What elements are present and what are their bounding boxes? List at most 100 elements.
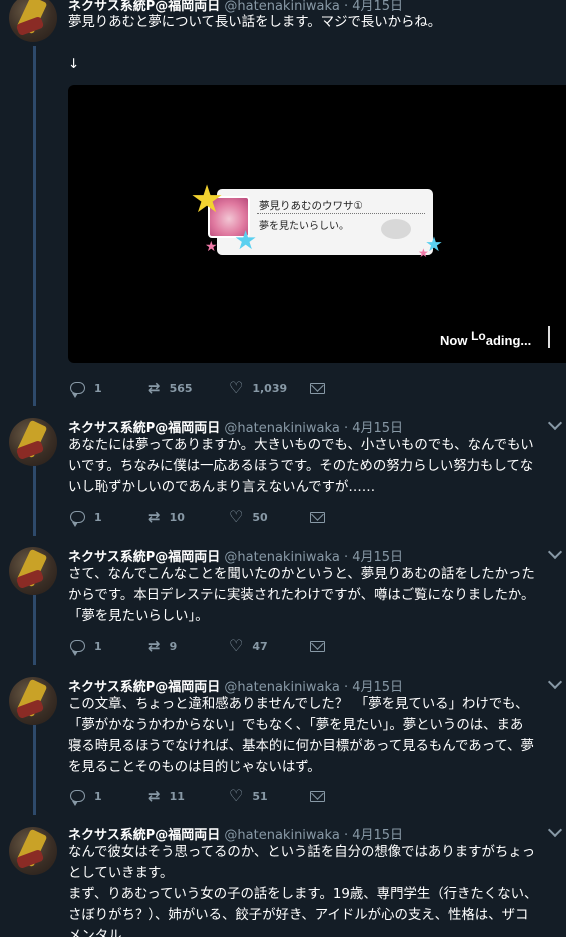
tweet-line: としていきます。 [68, 866, 174, 881]
message-button[interactable] [310, 787, 325, 805]
avatar[interactable] [9, 827, 57, 875]
loading-part: ading... [485, 333, 532, 348]
tweet-header: ネクサス系統P@福岡両日 @hatenakiniwaka · 4月15日 [68, 676, 403, 695]
tweet-header: ネクサス系統P@福岡両日 @hatenakiniwaka · 4月15日 [68, 546, 403, 565]
tweet-line: 夢見りあむと夢について長い話をします。マジで長いからね。 [68, 15, 442, 30]
tweet[interactable]: ネクサス系統P@福岡両日 @hatenakiniwaka · 4月15日 あなた… [0, 410, 566, 540]
reply-count: 1 [94, 381, 102, 395]
message-button[interactable] [310, 637, 325, 655]
chevron-down-icon[interactable] [547, 674, 563, 690]
star-icon: ★ [205, 239, 218, 255]
avatar[interactable] [9, 418, 57, 466]
like-button[interactable]: ♡ 1,039 [229, 379, 287, 397]
tweet-line: いです。ちなみに僕は一応あるほうです。そのための努力らしい努力もしてな [68, 459, 534, 474]
retweet-count: 10 [169, 510, 185, 524]
tweet-line: なんで彼女はそう思ってるのか、という話を自分の想像ではありますがちょっ [68, 845, 536, 860]
author-handle[interactable]: @hatenakiniwaka [224, 550, 339, 565]
reply-icon [70, 790, 85, 806]
loading-text: Now Loading... [440, 329, 532, 348]
speech-bubble-icon [381, 219, 411, 239]
message-icon [310, 790, 325, 802]
author-handle[interactable]: @hatenakiniwaka [224, 828, 339, 843]
retweet-icon: ⇄ [148, 379, 161, 397]
retweet-count: 565 [169, 381, 193, 395]
chevron-down-icon[interactable] [547, 544, 563, 560]
retweet-icon: ⇄ [148, 637, 161, 655]
retweet-button[interactable]: ⇄ 565 [148, 379, 193, 397]
chevron-down-icon[interactable] [547, 415, 563, 431]
loading-part: Now [440, 333, 472, 348]
tweet-line: 「夢を見たいらしい」。 [68, 609, 209, 624]
tweet[interactable]: ネクサス系統P@福岡両日 @hatenakiniwaka · 4月15日 さて、… [0, 540, 566, 670]
author-handle[interactable]: @hatenakiniwaka [224, 680, 339, 695]
reply-icon [70, 382, 85, 398]
reply-button[interactable]: 1 [70, 787, 102, 806]
message-icon [310, 640, 325, 652]
like-icon: ♡ [229, 786, 244, 805]
like-button[interactable]: ♡ 51 [229, 787, 268, 805]
separator-dot: · [343, 828, 349, 843]
card-text: 夢を見たいらしい。 [259, 221, 349, 232]
retweet-button[interactable]: ⇄ 9 [148, 637, 177, 655]
tweet-date[interactable]: 4月15日 [352, 421, 403, 436]
reply-count: 1 [94, 510, 102, 524]
tweet-line: ↓ [68, 57, 80, 72]
separator-dot: · [343, 421, 349, 436]
tweet-line: を見ることそのものは目的じゃないはず。 [68, 760, 321, 775]
like-button[interactable]: ♡ 50 [229, 508, 268, 526]
retweet-icon: ⇄ [148, 787, 161, 805]
separator-dot: · [343, 550, 349, 565]
author-name[interactable]: ネクサス系統P@福岡両日 [68, 550, 220, 565]
tweet-date[interactable]: 4月15日 [352, 550, 403, 565]
reply-button[interactable]: 1 [70, 637, 102, 656]
tweet-line: さて、なんでこんなことを聞いたのかというと、夢見りあむの話をしたかった [68, 567, 535, 582]
loading-bar [548, 326, 550, 348]
message-icon [310, 511, 325, 523]
reply-icon [70, 640, 85, 656]
tweet-line: からです。本日デレステに実装されたわけですが、噂はご覧になりましたか。 [68, 588, 535, 603]
like-count: 47 [252, 639, 268, 653]
message-icon [310, 382, 325, 394]
tweet-line: メンタル [68, 929, 122, 937]
tweet[interactable]: ネクサス系統P@福岡両日 @hatenakiniwaka · 4月15日 なんで… [0, 820, 566, 937]
separator-dot: · [343, 680, 349, 695]
loading-part: Lo [471, 329, 486, 343]
tweet-header: ネクサス系統P@福岡両日 @hatenakiniwaka · 4月15日 [68, 417, 403, 436]
retweet-icon: ⇄ [148, 508, 161, 526]
author-handle[interactable]: @hatenakiniwaka [224, 421, 339, 436]
author-name[interactable]: ネクサス系統P@福岡両日 [68, 680, 220, 695]
reply-count: 1 [94, 789, 102, 803]
like-icon: ♡ [229, 378, 244, 397]
message-button[interactable] [310, 379, 325, 397]
message-button[interactable] [310, 508, 325, 526]
retweet-button[interactable]: ⇄ 11 [148, 787, 185, 805]
tweet-text: あなたには夢ってありますか。大きいものでも、小さいものでも、なんでもい いです。… [68, 435, 560, 498]
tweet[interactable]: ネクサス系統P@福岡両日 @hatenakiniwaka · 4月15日 この文… [0, 670, 566, 820]
avatar[interactable] [9, 0, 57, 42]
avatar[interactable] [9, 677, 57, 725]
like-count: 51 [252, 789, 268, 803]
tweet-text: 夢見りあむと夢について長い話をします。マジで長いからね。 ↓ [68, 12, 560, 75]
like-button[interactable]: ♡ 47 [229, 637, 268, 655]
reply-button[interactable]: 1 [70, 508, 102, 527]
like-count: 1,039 [252, 381, 288, 395]
star-icon: ★ [234, 226, 258, 256]
tweet-line [68, 33, 560, 54]
tweet-text: さて、なんでこんなことを聞いたのかというと、夢見りあむの話をしたかった からです… [68, 564, 560, 627]
tweet-date[interactable]: 4月15日 [352, 828, 403, 843]
retweet-count: 11 [169, 789, 185, 803]
star-icon: ★ [418, 246, 429, 260]
reply-button[interactable]: 1 [70, 379, 102, 398]
avatar[interactable] [9, 547, 57, 595]
tweet-line: この文章、ちょっと違和感ありませんでした？ 「夢を見ている」わけでも、 [68, 697, 529, 712]
author-name[interactable]: ネクサス系統P@福岡両日 [68, 421, 220, 436]
card-divider [257, 213, 425, 214]
tweet-date[interactable]: 4月15日 [352, 680, 403, 695]
like-count: 50 [252, 510, 268, 524]
retweet-button[interactable]: ⇄ 10 [148, 508, 185, 526]
chevron-down-icon[interactable] [547, 822, 563, 838]
tweet-line: 寝る時見るほうでなければ、基本的に何か目標があって見るもんであって、夢 [68, 739, 534, 754]
tweet[interactable]: ネクサス系統P@福岡両日 @hatenakiniwaka · 4月15日 夢見り… [0, 0, 566, 410]
card-title: 夢見りあむのウワサ① [259, 200, 363, 212]
author-name[interactable]: ネクサス系統P@福岡両日 [68, 828, 220, 843]
